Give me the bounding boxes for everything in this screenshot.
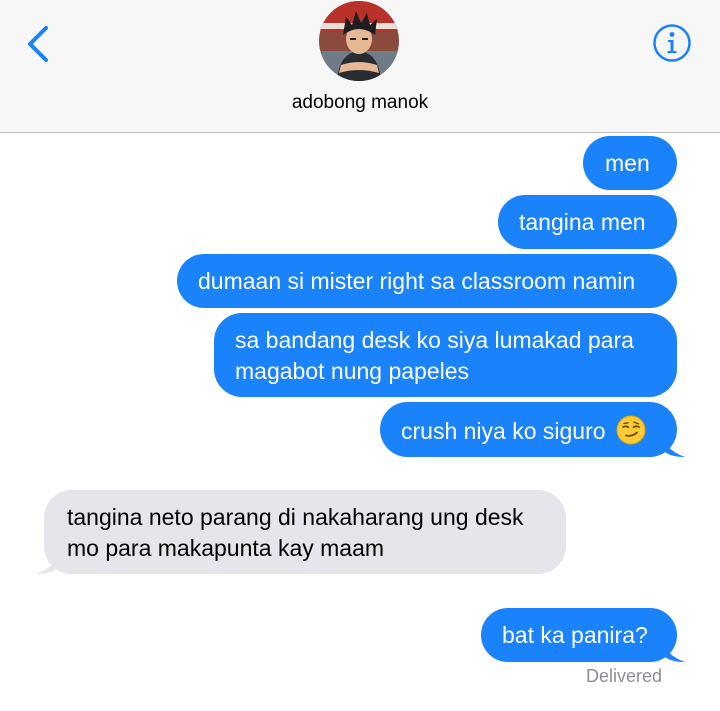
message-text: dumaan si mister right sa classroom nami… [198,268,636,294]
outgoing-message[interactable]: sa bandang desk ko siya lumakad para mag… [214,313,677,397]
message-text: bat ka panira? [502,622,648,648]
avatar-image [319,1,399,81]
outgoing-message[interactable]: crush niya ko siguro [380,402,685,457]
message-text-line: tangina neto parang di nakaharang ung de… [67,504,524,530]
message-text: men [605,150,650,176]
message-text-line: magabot nung papeles [235,358,470,384]
bubble-tail [663,640,685,662]
message-text-line: sa bandang desk ko siya lumakad para [235,327,634,353]
conversation-header: adobong manok [0,0,720,133]
smirking-face-emoji-icon [616,415,646,445]
delivery-status: Delivered [586,666,663,686]
chevron-left-icon [28,26,48,62]
outgoing-message[interactable]: bat ka panira? [481,608,685,662]
outgoing-message[interactable]: tangina men [498,195,677,249]
contact-avatar[interactable] [319,1,399,81]
bubble-tail [663,435,685,457]
message-text-line: mo para makapunta kay maam [67,535,385,561]
bubble-tail [36,552,58,574]
contact-name[interactable]: adobong manok [0,92,720,114]
back-button[interactable] [18,22,58,66]
info-button[interactable] [652,23,692,63]
message-text: crush niya ko siguro [401,418,606,444]
message-text: tangina men [519,209,646,235]
outgoing-message[interactable]: dumaan si mister right sa classroom nami… [177,254,677,308]
info-icon [653,24,691,62]
incoming-message[interactable]: tangina neto parang di nakaharang ung de… [36,490,566,574]
outgoing-message[interactable]: men [583,136,677,190]
